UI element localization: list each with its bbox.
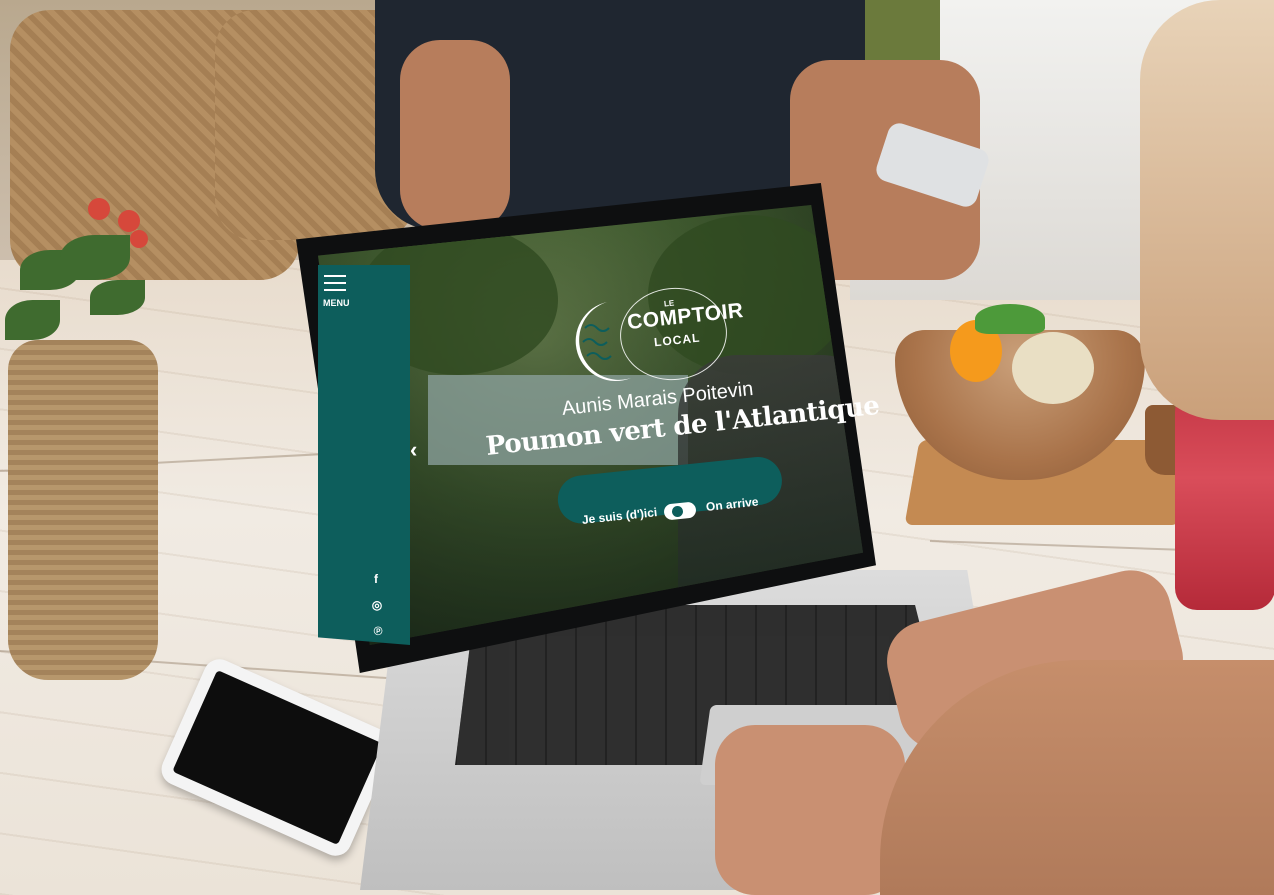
site-sidebar <box>318 265 410 645</box>
mint-leaves <box>975 304 1045 334</box>
pinterest-icon[interactable]: ℗ <box>370 624 386 638</box>
person-arm <box>400 40 510 230</box>
red-flower <box>130 230 148 248</box>
instagram-icon[interactable]: ◎ <box>369 598 385 612</box>
dragon-fruit <box>1012 332 1094 404</box>
smoothie-jar <box>1175 390 1274 610</box>
plant-leaf <box>5 300 60 340</box>
plant-leaf <box>60 235 130 280</box>
menu-label[interactable]: MENU <box>323 298 350 308</box>
woven-basket <box>8 340 158 680</box>
woman-hand <box>715 725 905 895</box>
toggle-switch-knob <box>672 506 683 517</box>
hamburger-menu-icon[interactable] <box>324 275 346 293</box>
chevron-left-icon[interactable]: ‹ <box>410 437 417 463</box>
woman-hair <box>1140 0 1274 420</box>
red-flower <box>118 210 140 232</box>
facebook-icon[interactable]: f <box>368 572 384 586</box>
red-flower <box>88 198 110 220</box>
plant-leaf <box>90 280 145 315</box>
